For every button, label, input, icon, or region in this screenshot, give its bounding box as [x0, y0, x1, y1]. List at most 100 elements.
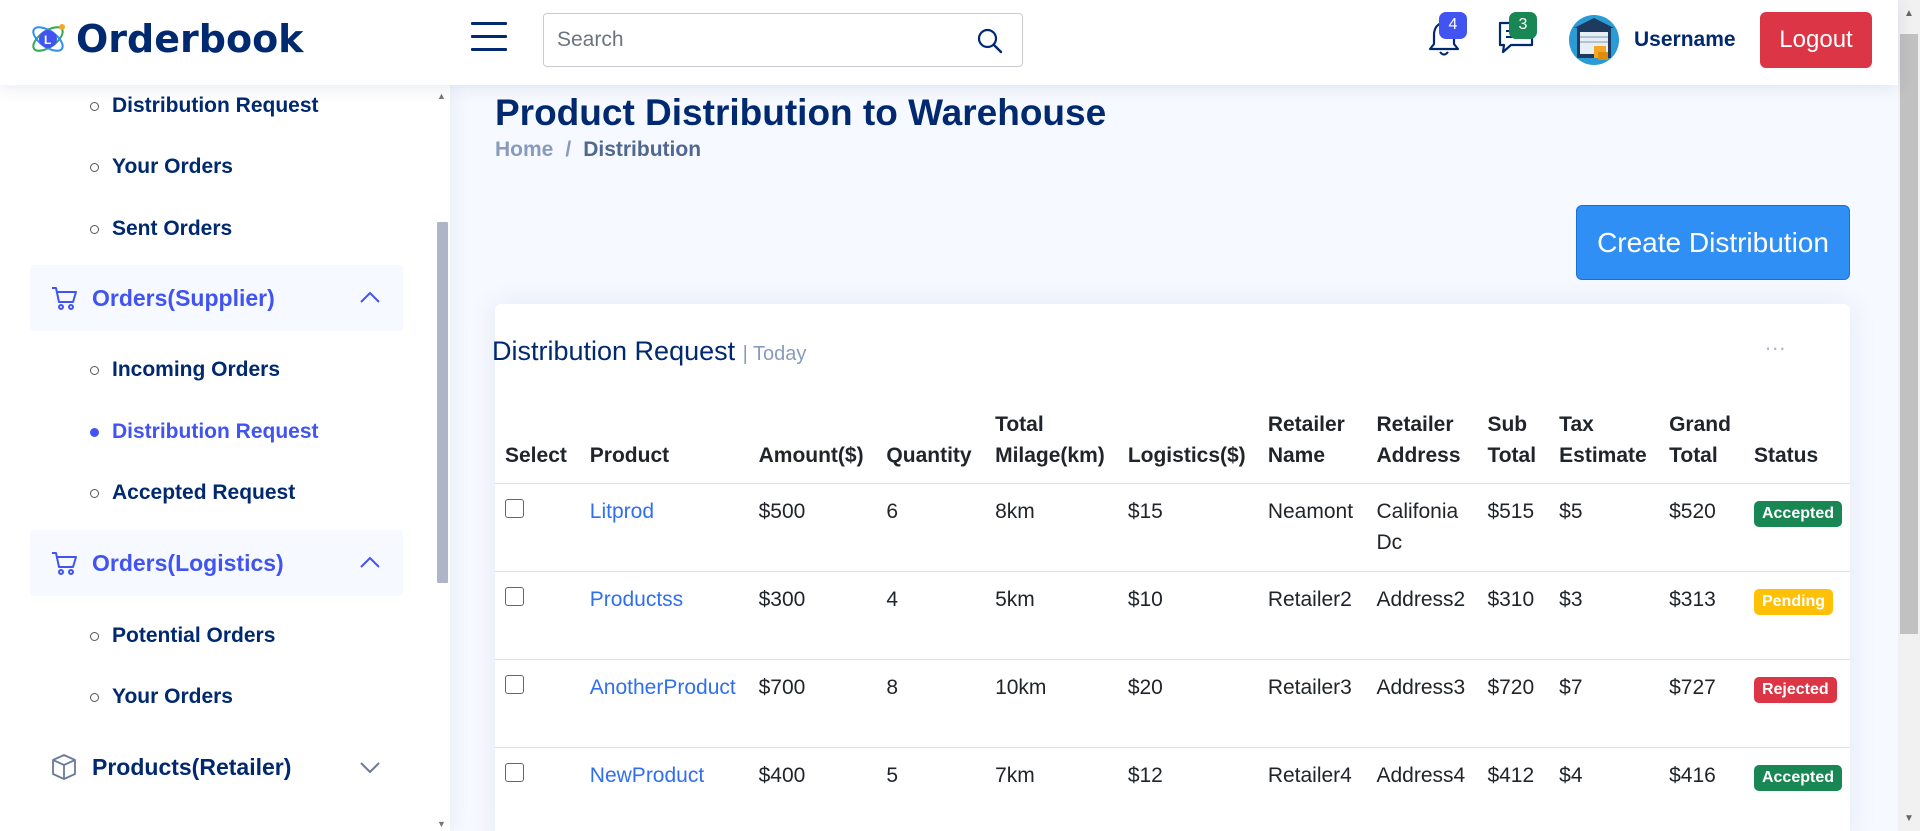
column-header: Logistics($)	[1117, 409, 1258, 484]
sidebar-item-label: Your Orders	[112, 685, 233, 708]
bullet-icon	[90, 162, 99, 172]
sidebar-item-label: Distribution Request	[112, 94, 319, 117]
sidebar-item-label: Accepted Request	[112, 481, 296, 504]
product-link[interactable]: AnotherProduct	[590, 676, 736, 699]
status-badge: Rejected	[1753, 677, 1837, 703]
subtotal-cell: $515	[1477, 483, 1550, 572]
logistics-cell: $15	[1117, 483, 1258, 572]
product-link[interactable]: Productss	[590, 588, 683, 611]
sidebar-item-distribution-request[interactable]: Distribution Request	[90, 94, 319, 118]
row-select-checkbox[interactable]	[505, 499, 524, 518]
subtotal-cell: $310	[1477, 571, 1550, 660]
retailer-address-cell: Address2	[1366, 571, 1478, 660]
milage-cell: 7km	[985, 747, 1118, 831]
scroll-up-arrow-icon[interactable]: ▲	[437, 91, 446, 101]
sidebar-toggle-icon[interactable]	[471, 22, 507, 54]
card-title: Distribution Request | Today	[492, 336, 806, 367]
quantity-cell: 6	[876, 483, 986, 572]
table-row: Productss $300 4 5km $10 Retailer2 Addre…	[495, 571, 1850, 660]
product-link[interactable]: Litprod	[590, 500, 654, 523]
retailer-address-cell: Address3	[1366, 659, 1478, 748]
sidebar-item-your-orders-logistics[interactable]: Your Orders	[90, 685, 233, 709]
amount-cell: $500	[748, 483, 877, 572]
bullet-icon	[90, 101, 99, 111]
milage-cell: 8km	[985, 483, 1118, 572]
subtotal-cell: $412	[1477, 747, 1550, 831]
column-header: Amount($)	[748, 409, 877, 484]
sidebar-group-orders-logistics[interactable]: Orders(Logistics)	[30, 530, 403, 596]
quantity-cell: 8	[876, 659, 986, 748]
bullet-icon	[90, 224, 99, 234]
card-subtitle: | Today	[742, 343, 807, 365]
sidebar-scrollbar-thumb[interactable]	[437, 222, 448, 583]
logo-icon: L	[32, 24, 65, 52]
retailer-name-cell: Retailer4	[1257, 747, 1367, 831]
sidebar-item-label: Incoming Orders	[112, 358, 281, 381]
amount-cell: $400	[748, 747, 877, 831]
page-scroll-up-arrow-icon[interactable]: ▲	[1904, 8, 1914, 19]
notifications-badge: 4	[1439, 12, 1467, 39]
tax-cell: $3	[1549, 571, 1660, 660]
search-bar	[543, 13, 1023, 67]
product-link[interactable]: NewProduct	[590, 764, 704, 787]
status-badge: Accepted	[1753, 765, 1842, 791]
sidebar-group-label: Orders(Logistics)	[92, 549, 284, 576]
chevron-up-icon	[360, 291, 380, 303]
grand-total-cell: $727	[1659, 659, 1744, 748]
table-header-row: Select Product Amount($) Quantity Total …	[495, 409, 1850, 484]
column-header: Total Milage(km)	[985, 409, 1118, 484]
table-row: NewProduct $400 5 7km $12 Retailer4 Addr…	[495, 747, 1850, 831]
grand-total-cell: $416	[1659, 747, 1744, 831]
grand-total-cell: $313	[1659, 571, 1744, 660]
sidebar-item-potential-orders[interactable]: Potential Orders	[90, 624, 275, 648]
table-row: Litprod $500 6 8km $15 Neamont Califonia…	[495, 483, 1850, 572]
logistics-cell: $20	[1117, 659, 1258, 748]
page-title: Product Distribution to Warehouse	[495, 92, 1107, 133]
row-select-checkbox[interactable]	[505, 587, 524, 606]
column-header: Sub Total	[1477, 409, 1550, 484]
sidebar-item-your-orders[interactable]: Your Orders	[90, 155, 233, 179]
username-label[interactable]: Username	[1634, 28, 1736, 52]
chevron-up-icon	[360, 556, 380, 568]
sidebar-item-distribution-request-active[interactable]: Distribution Request	[90, 420, 319, 444]
app-logo[interactable]: L Orderbook	[28, 16, 303, 62]
breadcrumb-current: Distribution	[583, 138, 702, 161]
status-badge: Pending	[1753, 589, 1834, 615]
sidebar-group-orders-supplier[interactable]: Orders(Supplier)	[30, 265, 403, 331]
sidebar-item-accepted-request[interactable]: Accepted Request	[90, 481, 295, 505]
messages-badge: 3	[1509, 12, 1537, 39]
column-header: Select	[495, 409, 580, 484]
column-header: Tax Estimate	[1549, 409, 1660, 484]
breadcrumb-home-link[interactable]: Home	[495, 138, 553, 162]
user-avatar-icon[interactable]	[1568, 14, 1620, 66]
app-title: Orderbook	[76, 17, 304, 61]
create-distribution-button[interactable]: Create Distribution	[1576, 205, 1850, 280]
retailer-name-cell: Retailer3	[1257, 659, 1367, 748]
column-header: Product	[579, 409, 749, 484]
sidebar: Distribution Request Your Orders Sent Or…	[0, 85, 450, 831]
sidebar-item-label: Your Orders	[112, 155, 233, 178]
retailer-name-cell: Neamont	[1257, 483, 1367, 572]
column-header: Status	[1743, 409, 1850, 484]
page-scroll-down-arrow-icon[interactable]: ▼	[1904, 813, 1914, 824]
cart-icon	[52, 287, 77, 310]
more-options-icon[interactable]: ...	[1765, 330, 1786, 356]
column-header: Retailer Name	[1257, 409, 1367, 484]
bullet-icon	[90, 692, 99, 702]
amount-cell: $300	[748, 571, 877, 660]
scroll-down-arrow-icon[interactable]: ▼	[437, 819, 446, 829]
milage-cell: 10km	[985, 659, 1118, 748]
logout-button[interactable]: Logout	[1760, 12, 1872, 68]
milage-cell: 5km	[985, 571, 1118, 660]
sidebar-item-sent-orders[interactable]: Sent Orders	[90, 217, 232, 241]
retailer-address-cell: Califonia Dc	[1366, 483, 1478, 572]
top-header: L Orderbook 4 3 Username Logout	[0, 0, 1898, 85]
sidebar-item-incoming-orders[interactable]: Incoming Orders	[90, 358, 280, 382]
distribution-request-card: Distribution Request | Today ... Select …	[492, 304, 1850, 831]
search-input[interactable]	[544, 14, 944, 66]
row-select-checkbox[interactable]	[505, 763, 524, 782]
page-scrollbar-thumb[interactable]	[1900, 34, 1918, 634]
search-icon[interactable]	[976, 27, 1004, 55]
sidebar-group-products-retailer[interactable]: Products(Retailer)	[30, 734, 403, 800]
row-select-checkbox[interactable]	[505, 675, 524, 694]
